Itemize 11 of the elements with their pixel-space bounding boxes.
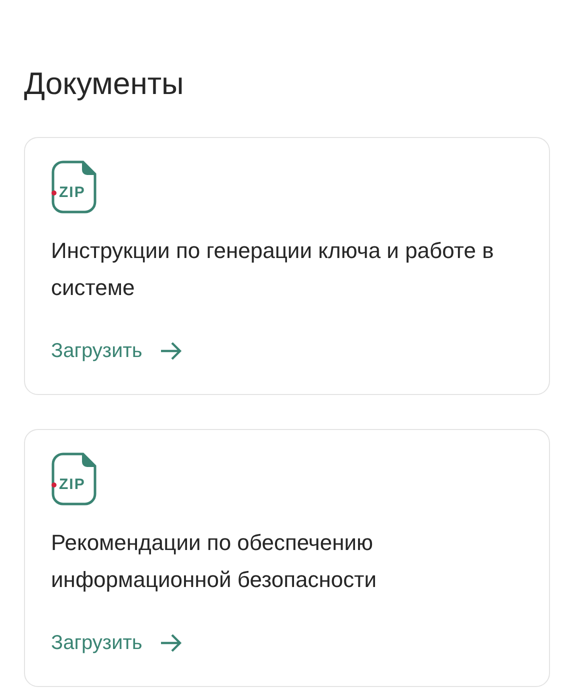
arrow-right-icon [160, 634, 182, 652]
document-name: Инструкции по генерации ключа и работе в системе [51, 237, 495, 302]
document-name: Рекомендации по обеспечению информационной безопасности [51, 529, 378, 594]
file-type-label: ZIP [59, 477, 86, 493]
file-type-label: ZIP [59, 185, 86, 201]
page-title: Документы [24, 65, 185, 103]
file-icon [51, 160, 97, 214]
file-icon [51, 452, 97, 506]
arrow-right-icon [160, 342, 182, 360]
download-link[interactable]: Загрузить [51, 336, 182, 366]
download-link[interactable]: Загрузить [51, 628, 182, 658]
